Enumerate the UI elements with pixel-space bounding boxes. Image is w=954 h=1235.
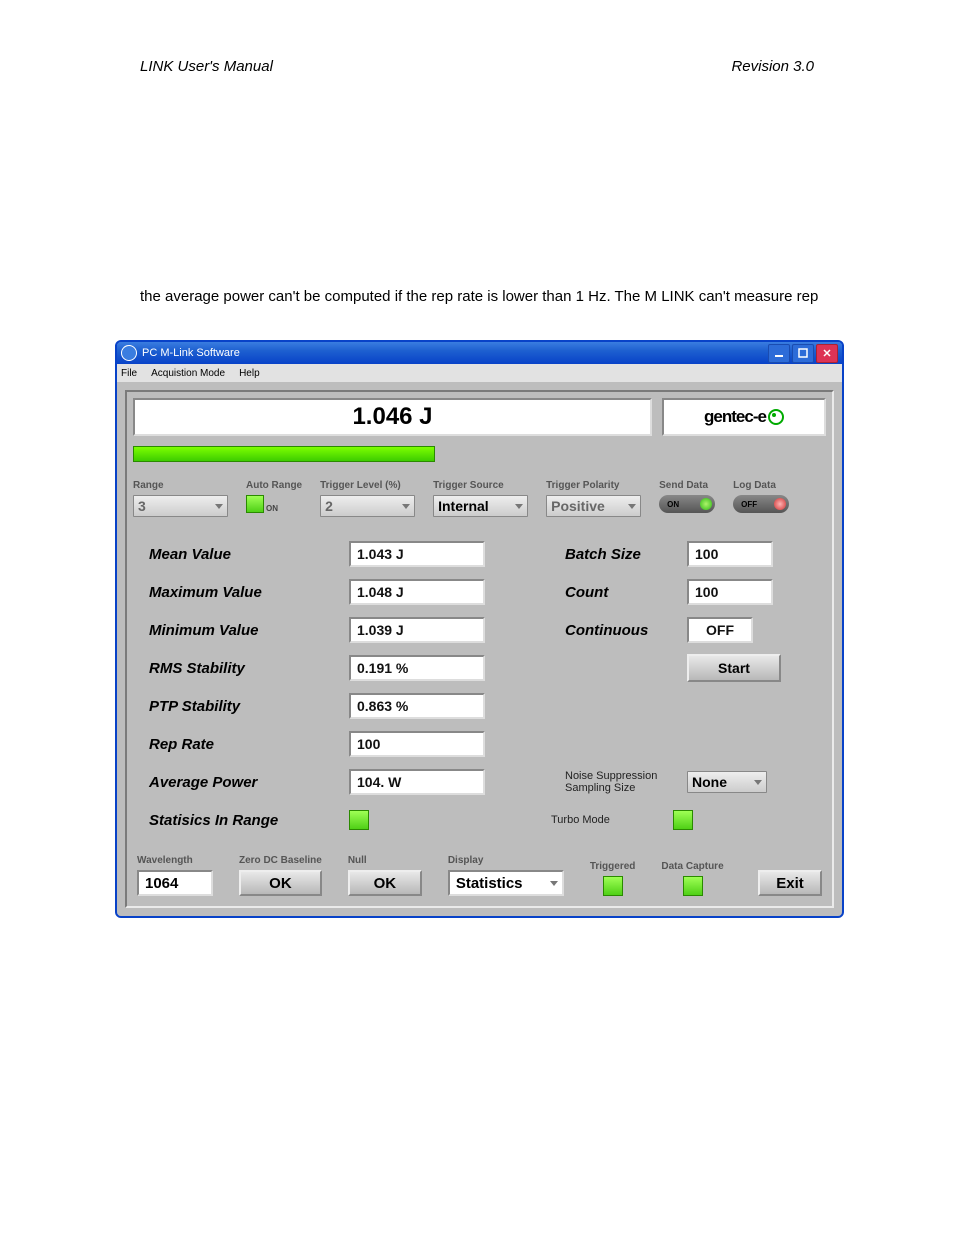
zero-ok-button[interactable]: OK: [239, 870, 322, 896]
menubar: File Acquistion Mode Help: [117, 364, 842, 382]
range-dropdown[interactable]: 3: [133, 495, 228, 517]
ptp-label: PTP Stability: [149, 698, 349, 715]
null-label: Null: [348, 855, 422, 866]
triggered-indicator: [603, 876, 623, 896]
log-data-toggle[interactable]: [733, 495, 789, 513]
level-bar: [133, 446, 435, 462]
trigger-polarity-label: Trigger Polarity: [546, 480, 641, 491]
trigger-source-dropdown[interactable]: Internal: [433, 495, 528, 517]
menu-acquisition[interactable]: Acquistion Mode: [151, 368, 225, 379]
display-dropdown[interactable]: Statistics: [448, 870, 564, 896]
ptp-value: 0.863 %: [349, 693, 485, 719]
rep-value: 100: [349, 731, 485, 757]
auto-range-label: Auto Range: [246, 480, 302, 491]
min-value: 1.039 J: [349, 617, 485, 643]
menu-help[interactable]: Help: [239, 368, 260, 379]
auto-range-indicator[interactable]: [246, 495, 264, 513]
count-label: Count: [565, 584, 675, 601]
exit-button[interactable]: Exit: [758, 870, 822, 896]
close-button[interactable]: [816, 344, 838, 363]
brand-logo: gentec-e: [662, 398, 826, 436]
capture-indicator[interactable]: [683, 876, 703, 896]
window-title: PC M-Link Software: [142, 347, 240, 359]
zero-label: Zero DC Baseline: [239, 855, 322, 866]
min-label: Minimum Value: [149, 622, 349, 639]
rms-value: 0.191 %: [349, 655, 485, 681]
noise-label: Noise Suppression Sampling Size: [565, 770, 675, 794]
start-button[interactable]: Start: [687, 654, 781, 682]
display-label: Display: [448, 855, 564, 866]
menu-file[interactable]: File: [121, 368, 137, 379]
app-window: PC M-Link Software File Acquistion Mode …: [115, 340, 844, 918]
app-icon: [121, 345, 137, 361]
send-data-toggle[interactable]: [659, 495, 715, 513]
turbo-indicator[interactable]: [673, 810, 693, 830]
turbo-label: Turbo Mode: [551, 814, 661, 826]
continuous-value[interactable]: OFF: [687, 617, 753, 643]
doc-header-right: Revision 3.0: [731, 58, 814, 75]
range-label: Range: [133, 480, 228, 491]
trigger-source-label: Trigger Source: [433, 480, 528, 491]
avg-label: Average Power: [149, 774, 349, 791]
mean-value: 1.043 J: [349, 541, 485, 567]
max-value: 1.048 J: [349, 579, 485, 605]
avg-value: 104. W: [349, 769, 485, 795]
count-value: 100: [687, 579, 773, 605]
main-panel: 1.046 J gentec-e Range 3 Auto Range ON T…: [125, 390, 834, 908]
trigger-level-label: Trigger Level (%): [320, 480, 415, 491]
minimize-button[interactable]: [768, 344, 790, 363]
null-ok-button[interactable]: OK: [348, 870, 422, 896]
noise-dropdown[interactable]: None: [687, 771, 767, 793]
maximize-button[interactable]: [792, 344, 814, 363]
inrange-indicator: [349, 810, 369, 830]
trigger-level-dropdown[interactable]: 2: [320, 495, 415, 517]
trigger-polarity-dropdown[interactable]: Positive: [546, 495, 641, 517]
batch-label: Batch Size: [565, 546, 675, 563]
doc-header-left: LINK User's Manual: [140, 58, 731, 75]
continuous-label: Continuous: [565, 622, 675, 639]
inrange-label: Statisics In Range: [149, 812, 349, 829]
wavelength-input[interactable]: 1064: [137, 870, 213, 896]
mean-label: Mean Value: [149, 546, 349, 563]
body-paragraph: the average power can't be computed if t…: [140, 288, 844, 305]
triggered-label: Triggered: [590, 861, 636, 872]
titlebar[interactable]: PC M-Link Software: [117, 342, 842, 364]
wavelength-label: Wavelength: [137, 855, 213, 866]
main-readout: 1.046 J: [133, 398, 652, 436]
max-label: Maximum Value: [149, 584, 349, 601]
batch-value[interactable]: 100: [687, 541, 773, 567]
rep-label: Rep Rate: [149, 736, 349, 753]
log-data-label: Log Data: [733, 480, 789, 491]
send-data-label: Send Data: [659, 480, 715, 491]
capture-label: Data Capture: [661, 861, 723, 872]
rms-label: RMS Stability: [149, 660, 349, 677]
